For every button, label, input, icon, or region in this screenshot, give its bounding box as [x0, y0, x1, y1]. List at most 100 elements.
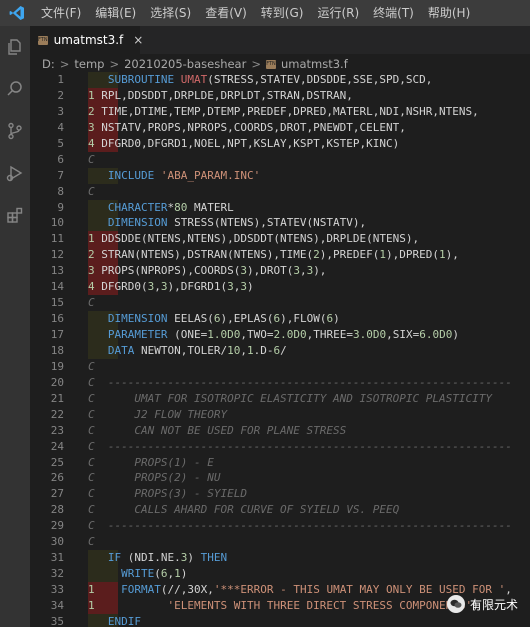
code-text: 1 'ELEMENTS WITH THREE DIRECT STRESS COM… [88, 598, 479, 612]
code-text: C --------------------------------------… [88, 439, 512, 453]
fortran-file-icon: FTN [265, 59, 276, 69]
code-line[interactable]: 25 C PROPS(1) - E [30, 455, 530, 471]
code-text: C --------------------------------------… [88, 519, 512, 533]
code-line[interactable]: 31 IF (NDI.NE.3) THEN [30, 550, 530, 567]
code-line[interactable]: 15 C [30, 295, 530, 311]
code-line[interactable]: 8C [30, 184, 530, 200]
code-line[interactable]: 26 C PROPS(2) - NU [30, 470, 530, 486]
code-line[interactable]: 24 C ------------------------------------… [30, 439, 530, 455]
line-number: 35 [50, 614, 64, 627]
tab-umatmst3[interactable]: FTN umatmst3.f × [30, 26, 143, 54]
wechat-logo-icon [446, 595, 465, 613]
code-text: C UMAT FOR ISOTROPIC ELASTICITY AND ISOT… [88, 391, 492, 405]
code-line[interactable]: 9 CHARACTER*80 MATERL [30, 199, 530, 216]
code-line[interactable]: 20 C ------------------------------------… [30, 375, 530, 391]
editor-tab-bar: FTN umatmst3.f × [30, 26, 530, 54]
code-line[interactable]: 19 C [30, 359, 530, 375]
breadcrumb-drive[interactable]: D: [42, 57, 55, 71]
code-editor[interactable]: 1 SUBROUTINE UMAT(STRESS,STATEV,DDSDDE,S… [30, 72, 530, 627]
line-number: 3 [57, 104, 64, 118]
code-line[interactable]: 11 1 DDSDDE(NTENS,NTENS),DDSDDT(NTENS),DR… [30, 231, 530, 248]
code-text: IF (NDI.NE.3) THEN [107, 551, 228, 565]
line-number: 2 [57, 88, 64, 102]
activity-bar [0, 26, 30, 627]
menu-edit[interactable]: 编辑(E) [88, 0, 143, 26]
code-line[interactable]: 7 INCLUDE 'ABA_PARAM.INC' [30, 167, 530, 184]
line-number: 13 [50, 264, 64, 278]
line-number: 27 [50, 487, 64, 501]
code-line[interactable]: 28 C CALLS AHARD FOR CURVE OF SYIELD VS. … [30, 502, 530, 518]
code-text: 1 RPL,DDSDDT,DRPLDE,DRPLDT,STRAN,DSTRAN, [88, 88, 353, 102]
code-text: C J2 FLOW THEORY [88, 407, 228, 421]
breadcrumb-temp[interactable]: temp [74, 57, 104, 71]
code-line[interactable]: 22 C J2 FLOW THEORY [30, 407, 530, 423]
code-text: C [88, 152, 95, 166]
line-number: 32 [50, 567, 64, 581]
menu-go[interactable]: 转到(G) [254, 0, 311, 26]
code-line[interactable]: 1 SUBROUTINE UMAT(STRESS,STATEV,DDSDDE,S… [30, 72, 530, 88]
code-line[interactable]: 21 C UMAT FOR ISOTROPIC ELASTICITY AND IS… [30, 391, 530, 407]
code-line[interactable]: 3 2 TIME,DTIME,TEMP,DTEMP,PREDEF,DPRED,MA… [30, 103, 530, 120]
breadcrumb-folder[interactable]: 20210205-baseshear [124, 57, 246, 71]
code-line[interactable]: 35 ENDIF [30, 613, 530, 627]
run-debug-icon[interactable] [0, 152, 30, 194]
code-text: C PROPS(3) - SYIELD [88, 487, 247, 501]
line-number: 14 [50, 280, 64, 294]
code-text: 3 PROPS(NPROPS),COORDS(3),DROT(3,3), [88, 264, 327, 278]
code-line[interactable]: 16 DIMENSION EELAS(6),EPLAS(6),FLOW(6) [30, 311, 530, 327]
line-number: 6 [57, 152, 64, 166]
line-number: 28 [50, 503, 64, 517]
line-number: 8 [57, 184, 64, 198]
menu-file[interactable]: 文件(F) [34, 0, 88, 26]
code-line[interactable]: 14 4 DFGRD0(3,3),DFGRD1(3,3) [30, 279, 530, 296]
menu-help[interactable]: 帮助(H) [421, 0, 477, 26]
line-number: 29 [50, 519, 64, 533]
vscode-logo-icon [0, 0, 34, 26]
menu-selection[interactable]: 选择(S) [143, 0, 198, 26]
code-line[interactable]: 10 DIMENSION STRESS(NTENS),STATEV(NSTATV… [30, 215, 530, 232]
source-control-icon[interactable] [0, 110, 30, 152]
line-number: 1 [57, 73, 64, 86]
code-text: DIMENSION STRESS(NTENS),STATEV(NSTATV), [107, 216, 367, 230]
line-number: 9 [57, 200, 64, 214]
line-number: 20 [50, 375, 64, 389]
menu-view[interactable]: 查看(V) [198, 0, 254, 26]
line-number: 23 [50, 423, 64, 437]
code-line[interactable]: 18 DATA NEWTON,TOLER/10,1.D-6/ [30, 342, 530, 359]
code-text: 4 DFGRD0(3,3),DFGRD1(3,3) [88, 280, 254, 294]
watermark: 有限元术 [446, 595, 518, 613]
code-text: C CALLS AHARD FOR CURVE OF SYIELD VS. PE… [88, 503, 400, 517]
line-number: 33 [50, 583, 64, 596]
breadcrumb-file[interactable]: umatmst3.f [281, 57, 348, 71]
line-number: 5 [57, 136, 64, 150]
code-line[interactable]: 4 3 NSTATV,PROPS,NPROPS,COORDS,DROT,PNEWD… [30, 119, 530, 136]
code-line[interactable]: 5 4 DFGRD0,DFGRD1,NOEL,NPT,KSLAY,KSPT,KST… [30, 135, 530, 152]
code-line[interactable]: 30 C [30, 534, 530, 550]
code-text: DIMENSION EELAS(6),EPLAS(6),FLOW(6) [107, 312, 340, 326]
code-line[interactable]: 23 C CAN NOT BE USED FOR PLANE STRESS [30, 423, 530, 439]
code-line[interactable]: 32 WRITE(6,1) [30, 566, 530, 582]
code-line[interactable]: 6C [30, 152, 530, 168]
code-line[interactable]: 13 3 PROPS(NPROPS),COORDS(3),DROT(3,3), [30, 263, 530, 280]
code-line[interactable]: 29 C ------------------------------------… [30, 518, 530, 534]
line-number: 24 [50, 439, 64, 453]
line-number: 21 [50, 391, 64, 405]
code-line[interactable]: 17 PARAMETER (ONE=1.0D0,TWO=2.0D0,THREE=… [30, 327, 530, 343]
code-text: C [88, 535, 95, 549]
extensions-icon[interactable] [0, 194, 30, 236]
menu-terminal[interactable]: 终端(T) [366, 0, 421, 26]
code-line[interactable]: 2 1 RPL,DDSDDT,DRPLDE,DRPLDT,STRAN,DSTRAN… [30, 87, 530, 104]
line-number: 30 [50, 535, 64, 549]
line-number: 34 [50, 598, 64, 612]
search-icon[interactable] [0, 68, 30, 110]
menu-bar: 文件(F) 编辑(E) 选择(S) 查看(V) 转到(G) 运行(R) 终端(T… [0, 0, 530, 26]
close-icon[interactable]: × [133, 33, 143, 47]
code-line[interactable]: 27 C PROPS(3) - SYIELD [30, 486, 530, 502]
line-number: 31 [50, 551, 64, 565]
code-line[interactable]: 12 2 STRAN(NTENS),DSTRAN(NTENS),TIME(2),P… [30, 247, 530, 264]
line-number: 10 [50, 216, 64, 230]
explorer-icon[interactable] [0, 26, 30, 68]
code-text: 3 NSTATV,PROPS,NPROPS,COORDS,DROT,PNEWDT… [88, 120, 406, 134]
menu-run[interactable]: 运行(R) [310, 0, 366, 26]
tab-label: umatmst3.f [53, 33, 124, 47]
